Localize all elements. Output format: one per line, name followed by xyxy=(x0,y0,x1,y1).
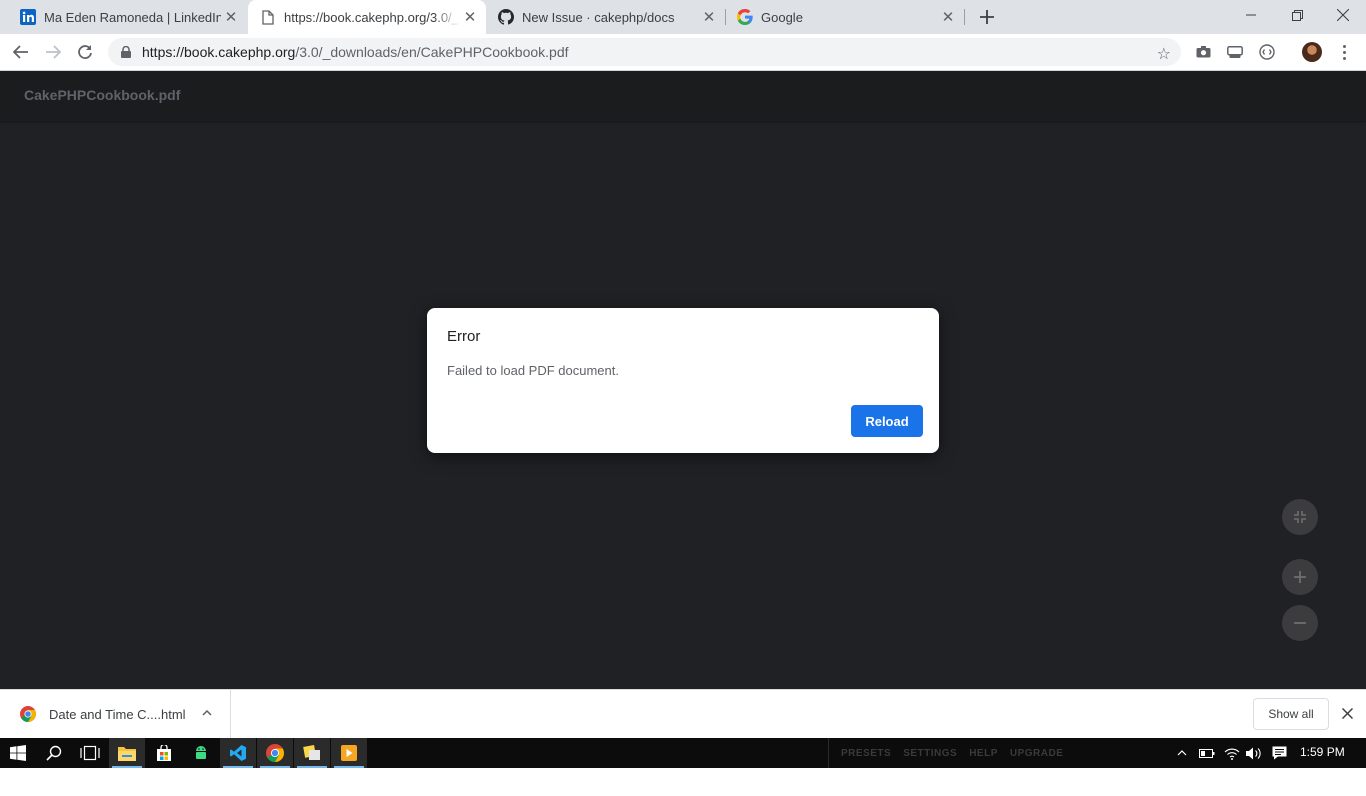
tab-github[interactable]: New Issue · cakephp/docs ✕ xyxy=(487,0,725,34)
tab-title: Ma Eden Ramoneda | LinkedIn xyxy=(44,9,221,25)
tab-google[interactable]: Google ✕ xyxy=(726,0,964,34)
store-icon[interactable] xyxy=(146,738,182,768)
minimize-button[interactable] xyxy=(1228,0,1274,30)
dialog-title: Error xyxy=(447,328,481,345)
tab-title: New Issue · cakephp/docs xyxy=(522,9,675,25)
url-host: https://book.cakephp.org xyxy=(142,44,296,60)
bookmark-star-icon[interactable]: ☆ xyxy=(1157,44,1171,64)
vscode-icon[interactable] xyxy=(220,738,256,768)
download-item[interactable]: Date and Time C....html xyxy=(0,690,231,738)
screen-margin xyxy=(0,768,1366,796)
browser-menu-icon[interactable] xyxy=(1336,42,1352,62)
url-path: /3.0/_downloads/en/CakePHPCookbook.pdf xyxy=(295,44,569,60)
volume-icon[interactable] xyxy=(1245,738,1263,768)
menu-item-presets[interactable]: PRESETS xyxy=(841,748,891,759)
chrome-taskbar-icon[interactable] xyxy=(257,738,293,768)
reload-button[interactable]: Reload xyxy=(851,405,923,437)
task-view-icon[interactable] xyxy=(72,738,108,768)
reload-page-button[interactable] xyxy=(72,39,98,65)
file-explorer-icon[interactable] xyxy=(109,738,145,768)
menu-item-help[interactable]: HELP xyxy=(969,748,998,759)
tab-strip: Ma Eden Ramoneda | LinkedIn ✕ https://bo… xyxy=(0,0,1366,34)
download-shelf: Date and Time C....html Show all xyxy=(0,689,1366,738)
dialog-message: Failed to load PDF document. xyxy=(447,363,619,378)
extension-icon[interactable] xyxy=(1257,42,1277,62)
new-tab-button[interactable] xyxy=(976,6,998,28)
background-app-menu: PRESETS SETTINGS HELP UPGRADE xyxy=(828,738,1118,768)
fit-to-page-button[interactable] xyxy=(1282,499,1318,535)
chevron-up-tray-icon[interactable] xyxy=(1174,738,1190,768)
linkedin-icon xyxy=(20,9,36,25)
minus-icon xyxy=(1294,622,1306,624)
cast-extension-icon[interactable] xyxy=(1225,42,1245,62)
sticky-notes-icon[interactable] xyxy=(294,738,330,768)
restore-button[interactable] xyxy=(1274,0,1320,30)
chrome-icon xyxy=(20,706,36,722)
windows-taskbar: PRESETS SETTINGS HELP UPGRADE 1:59 PM xyxy=(0,738,1366,768)
forward-button[interactable] xyxy=(40,39,66,65)
fit-page-icon xyxy=(1294,511,1306,523)
pdf-filename: CakePHPCookbook.pdf xyxy=(24,87,181,103)
tab-separator xyxy=(964,9,965,25)
camera-extension-icon[interactable] xyxy=(1193,42,1213,62)
menu-item-upgrade[interactable]: UPGRADE xyxy=(1010,748,1064,759)
taskbar-clock[interactable]: 1:59 PM xyxy=(1300,745,1345,759)
wifi-icon[interactable] xyxy=(1223,738,1241,768)
lock-icon[interactable] xyxy=(120,46,132,58)
close-tab-icon[interactable]: ✕ xyxy=(221,7,241,27)
google-icon xyxy=(737,9,753,25)
profile-avatar[interactable] xyxy=(1302,42,1322,62)
show-all-button[interactable]: Show all xyxy=(1253,698,1329,730)
menu-item-settings[interactable]: SETTINGS xyxy=(903,748,957,759)
close-window-button[interactable] xyxy=(1320,0,1366,30)
zoom-in-button[interactable] xyxy=(1282,559,1318,595)
media-player-icon[interactable] xyxy=(331,738,367,768)
battery-icon[interactable] xyxy=(1198,738,1216,768)
chevron-up-icon[interactable] xyxy=(198,704,216,722)
search-icon[interactable] xyxy=(36,738,72,768)
error-dialog: Error Failed to load PDF document. Reloa… xyxy=(427,308,939,453)
close-tab-icon[interactable]: ✕ xyxy=(699,7,719,27)
pdf-viewer-header: CakePHPCookbook.pdf xyxy=(0,71,1366,121)
windows-start-icon[interactable] xyxy=(0,738,36,768)
tab-title: Google xyxy=(761,9,803,25)
zoom-out-button[interactable] xyxy=(1282,605,1318,641)
pdf-viewer: CakePHPCookbook.pdf Error Failed to load… xyxy=(0,71,1366,689)
action-center-icon[interactable] xyxy=(1270,738,1288,768)
close-tab-icon[interactable]: ✕ xyxy=(460,7,480,27)
tab-linkedin[interactable]: Ma Eden Ramoneda | LinkedIn ✕ xyxy=(0,0,247,34)
back-button[interactable] xyxy=(8,39,34,65)
close-tab-icon[interactable]: ✕ xyxy=(938,7,958,27)
url-text[interactable]: https://book.cakephp.org/3.0/_downloads/… xyxy=(142,44,569,60)
plus-icon xyxy=(1294,571,1306,583)
browser-toolbar: https://book.cakephp.org/3.0/_downloads/… xyxy=(0,34,1366,71)
download-filename: Date and Time C....html xyxy=(49,706,186,722)
document-icon xyxy=(260,9,276,25)
close-shelf-icon[interactable] xyxy=(1338,704,1356,722)
github-icon xyxy=(498,9,514,25)
tab-pdf[interactable]: https://book.cakephp.org/3.0/_downloads/… xyxy=(248,0,486,34)
address-bar[interactable]: https://book.cakephp.org/3.0/_downloads/… xyxy=(108,38,1181,66)
tab-title: https://book.cakephp.org/3.0/_downloads/… xyxy=(284,9,460,25)
android-app-icon[interactable] xyxy=(183,738,219,768)
